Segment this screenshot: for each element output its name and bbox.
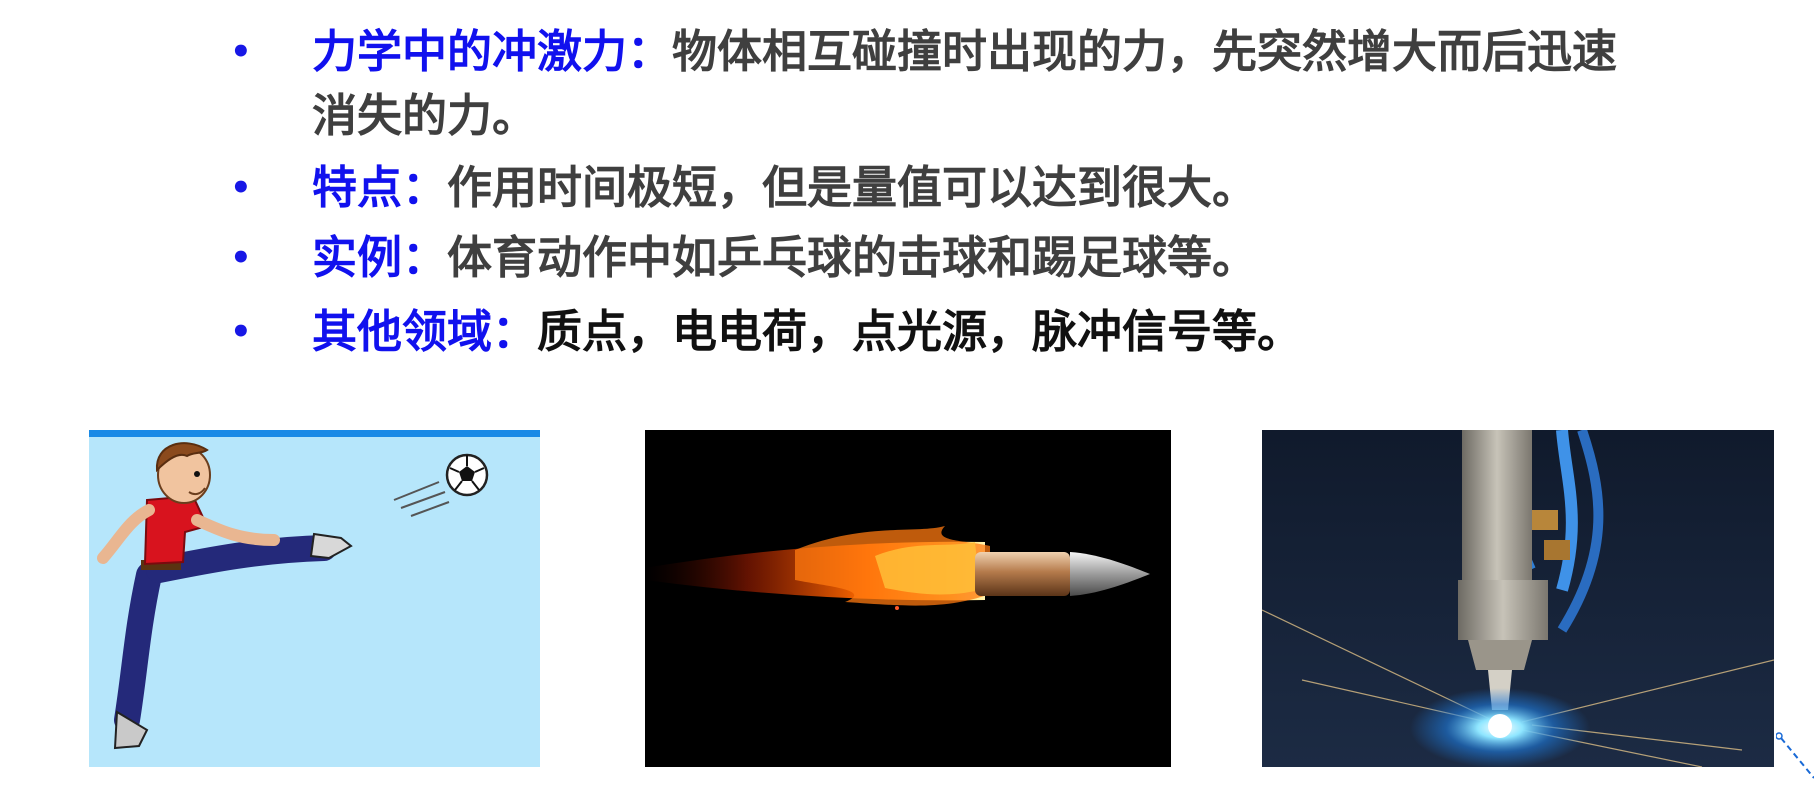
kick-illustration xyxy=(89,430,540,767)
bullet-term: 实例 xyxy=(312,231,403,284)
image-boy-kicking-ball xyxy=(89,430,540,767)
bullet-colon: ： xyxy=(627,25,673,78)
bullet-description: 体育动作中如乒乓球的击球和踢足球等。 xyxy=(447,231,1258,284)
bullet-dot: • xyxy=(230,312,252,352)
bullet-colon: ： xyxy=(402,161,448,214)
bullet-item-other-fields: • 其他领域：质点，电电荷，点光源，脉冲信号等。 xyxy=(230,300,1630,364)
bullet-illustration xyxy=(645,430,1171,767)
bullet-item-impulsive-force: • 力学中的冲激力：物体相互碰撞时出现的力，先突然增大而后迅速消失的力。 xyxy=(230,20,1630,148)
bullet-term: 力学中的冲激力 xyxy=(312,25,628,78)
bullet-item-examples: • 实例：体育动作中如乒乓球的击球和踢足球等。 xyxy=(230,226,1630,290)
bullet-description: 质点，电电荷，点光源，脉冲信号等。 xyxy=(537,305,1303,358)
bullet-term: 其他领域 xyxy=(312,305,493,358)
bullet-term: 特点 xyxy=(312,161,403,214)
bullet-description: 作用时间极短，但是量值可以达到很大。 xyxy=(447,161,1258,214)
bullet-dot: • xyxy=(230,168,252,208)
bullet-dot: • xyxy=(230,32,252,72)
image-laser-cutter xyxy=(1262,430,1774,767)
bullet-list: • 力学中的冲激力：物体相互碰撞时出现的力，先突然增大而后迅速消失的力。 • 特… xyxy=(230,20,1630,376)
image-flaming-bullet xyxy=(645,430,1171,767)
bullet-item-characteristics: • 特点：作用时间极短，但是量值可以达到很大。 xyxy=(230,156,1630,220)
bullet-colon: ： xyxy=(492,305,538,358)
bullet-colon: ： xyxy=(402,231,448,284)
soccer-ball-icon xyxy=(445,453,489,497)
laser-illustration xyxy=(1262,430,1774,767)
connector-dashed-line xyxy=(1776,732,1814,779)
bullet-dot: • xyxy=(230,238,252,278)
